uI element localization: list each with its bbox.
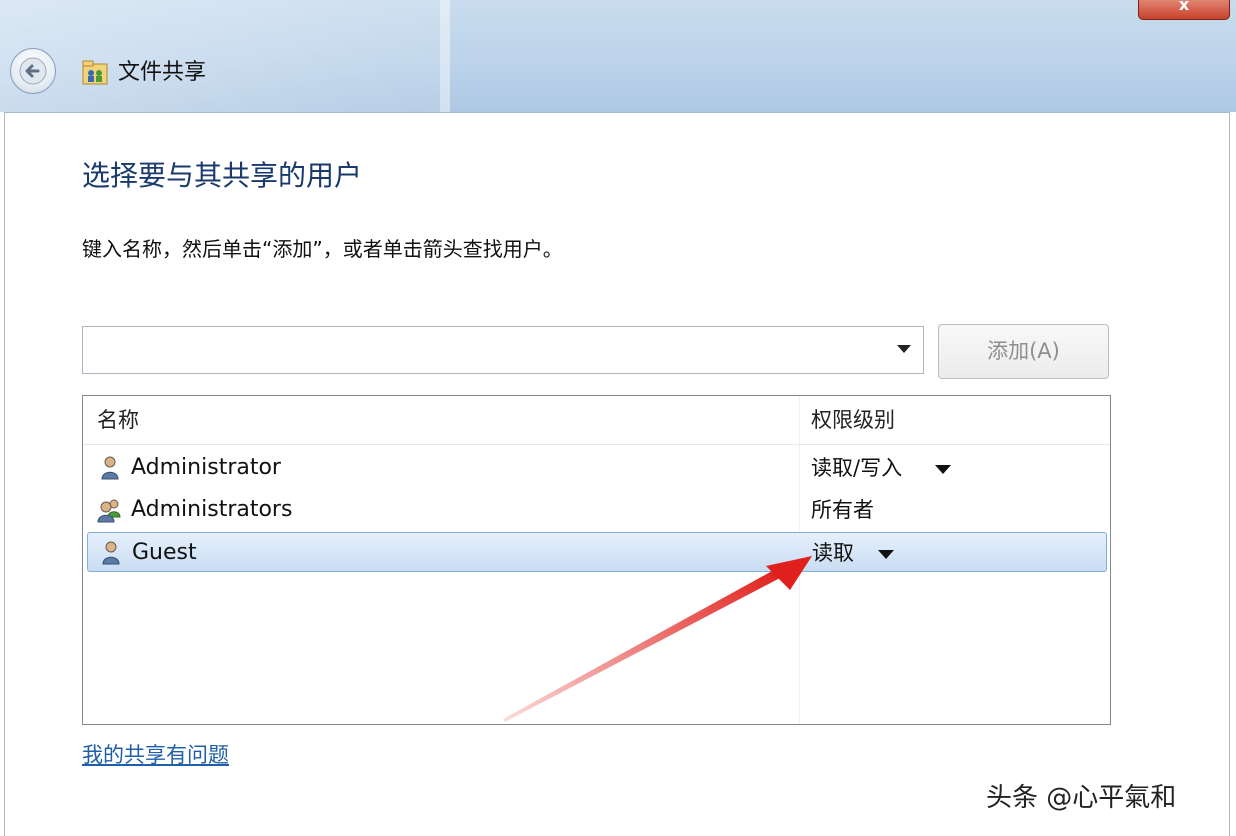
permission-dropdown-icon[interactable]: [935, 465, 951, 474]
sharing-help-link[interactable]: 我的共享有问题: [82, 740, 229, 770]
user-icon: [101, 456, 119, 480]
user-group-icon: [97, 499, 121, 523]
table-row[interactable]: Administrator 读取/写入: [87, 448, 1107, 488]
column-header-permission[interactable]: 权限级别: [811, 404, 895, 436]
back-button[interactable]: [10, 48, 56, 94]
permission-level: 所有者: [811, 498, 874, 522]
list-header: 名称 权限级别: [83, 396, 1110, 445]
user-icon: [102, 541, 120, 565]
watermark: 头条 @心平氣和: [986, 783, 1177, 813]
column-header-name[interactable]: 名称: [97, 404, 139, 436]
table-row[interactable]: Administrators 所有者: [87, 490, 1107, 530]
user-permission-list[interactable]: 名称 权限级别 Administrator 读取/写入 Administrato…: [82, 395, 1111, 725]
page-heading: 选择要与其共享的用户: [82, 159, 363, 192]
permission-level[interactable]: 读取: [812, 537, 854, 569]
user-name: Administrator: [131, 455, 281, 480]
user-name: Administrators: [131, 497, 293, 522]
instruction-text: 键入名称，然后单击“添加”，或者单击箭头查找用户。: [82, 237, 563, 261]
permission-dropdown-icon[interactable]: [878, 550, 894, 559]
add-button[interactable]: 添加(A): [938, 324, 1109, 379]
glass-highlight: [0, 0, 440, 112]
glass-highlight: [440, 0, 450, 112]
user-name-input[interactable]: [87, 331, 891, 371]
user-name-combobox[interactable]: [82, 326, 924, 374]
close-button[interactable]: x: [1138, 0, 1230, 20]
dropdown-arrow-icon[interactable]: [897, 345, 911, 353]
table-row-selected[interactable]: Guest 读取: [87, 532, 1107, 572]
close-icon: x: [1178, 0, 1190, 14]
window-title: 文件共享: [118, 60, 207, 85]
file-sharing-icon: [82, 60, 108, 85]
back-arrow-icon: [19, 57, 47, 85]
user-name: Guest: [132, 540, 197, 565]
title-bar: x 文件共享: [0, 0, 1236, 112]
permission-level[interactable]: 读取/写入: [811, 452, 902, 484]
